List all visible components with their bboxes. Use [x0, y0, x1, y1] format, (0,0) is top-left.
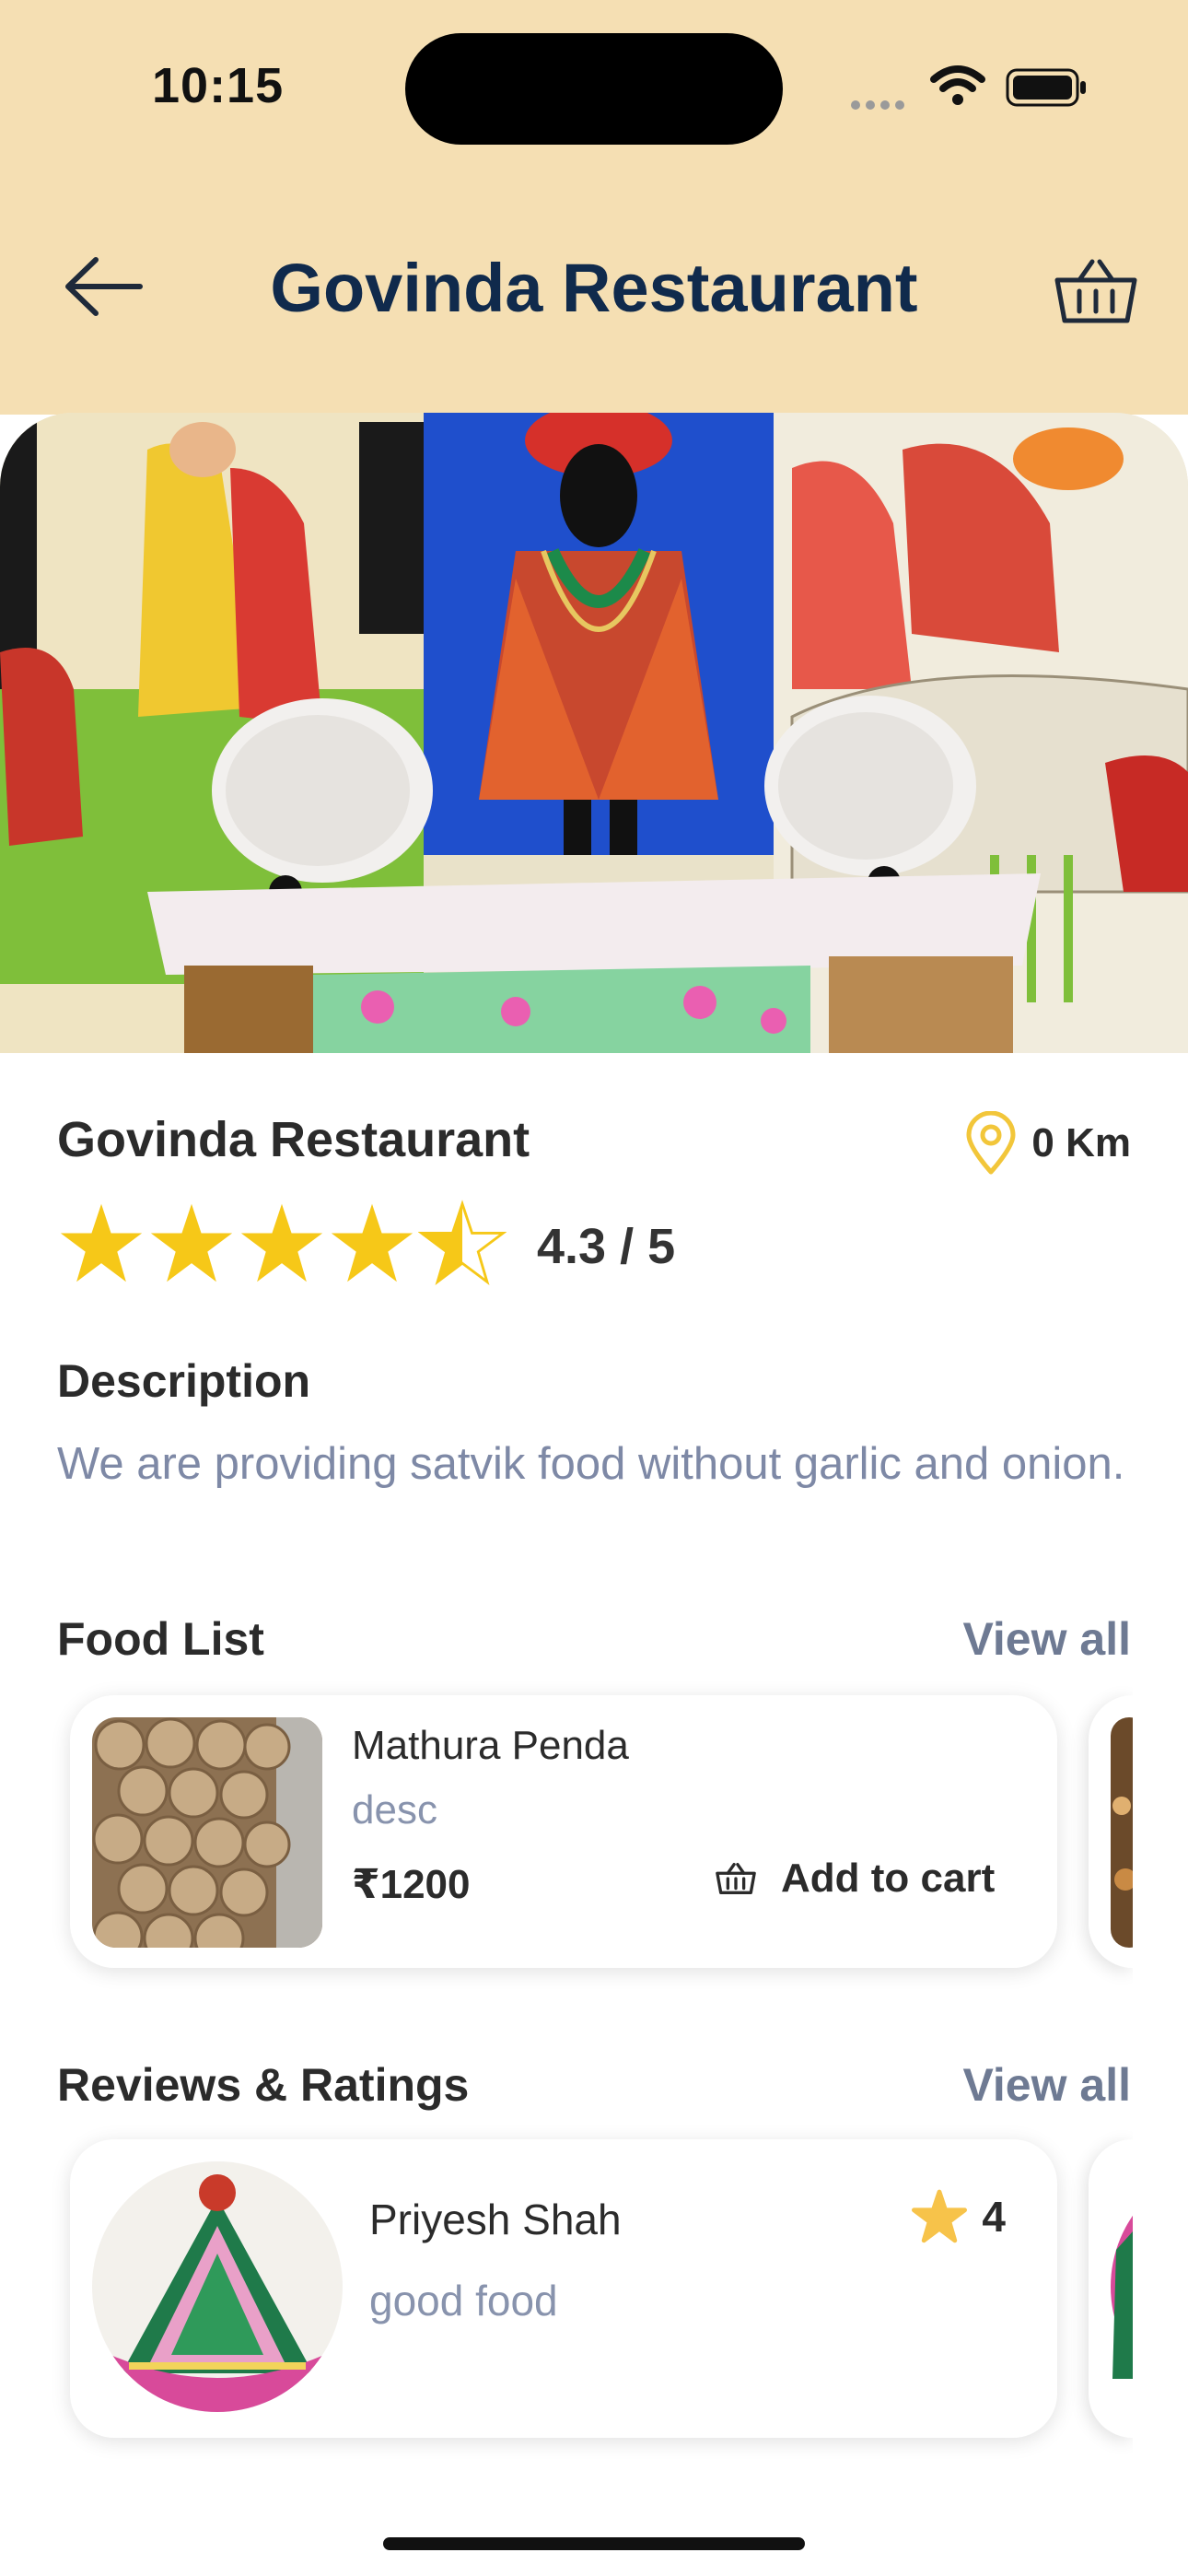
signal-icon	[851, 98, 910, 114]
add-to-cart-label: Add to cart	[781, 1856, 996, 1901]
status-time: 10:15	[152, 58, 285, 113]
food-name: Mathura Penda	[352, 1723, 629, 1768]
description-text: We are providing satvik food without gar…	[57, 1439, 1125, 1489]
distance-text: 0 Km	[1031, 1120, 1131, 1165]
food-price: ₹1200	[352, 1862, 471, 1907]
wifi-icon	[930, 64, 985, 111]
home-indicator[interactable]	[383, 2537, 805, 2550]
basket-icon	[716, 1862, 756, 1895]
rating-value: 4.3 / 5	[537, 1219, 676, 1274]
dynamic-island	[405, 33, 783, 145]
star-icon	[912, 2189, 968, 2243]
star-icon	[240, 1203, 323, 1282]
review-rating-value: 4	[982, 2193, 1006, 2241]
description-heading: Description	[57, 1355, 311, 1407]
add-to-cart-button[interactable]: Add to cart	[715, 1856, 995, 1902]
battery-icon	[1006, 68, 1089, 111]
reviewer-avatar	[92, 2161, 343, 2412]
location-pin-icon	[966, 1111, 1016, 1175]
food-image	[92, 1717, 322, 1948]
page-title: Govinda Restaurant	[270, 250, 918, 326]
reviewer-name: Priyesh Shah	[369, 2195, 622, 2243]
right-edge-mask	[1133, 1658, 1188, 2488]
header-bar: 10:15 Govinda Restaurant	[0, 0, 1188, 415]
food-view-all-link[interactable]: View all	[962, 1612, 1131, 1666]
star-rating	[57, 1200, 507, 1288]
food-card[interactable]: Mathura Penda desc ₹1200 Add to cart	[70, 1695, 1057, 1968]
reviews-view-all-link[interactable]: View all	[962, 2058, 1131, 2112]
distance-info: 0 Km	[963, 1111, 1131, 1176]
review-text: good food	[369, 2277, 558, 2324]
star-icon	[150, 1203, 233, 1282]
star-icon	[331, 1203, 413, 1282]
restaurant-hero-image	[0, 413, 1188, 1053]
next-review-card[interactable]	[1089, 2139, 1133, 2438]
half-star-icon	[418, 1200, 507, 1286]
basket-icon[interactable]	[1052, 256, 1140, 326]
reviews-heading: Reviews & Ratings	[57, 2059, 470, 2111]
review-card[interactable]: Priyesh Shah good food 4	[70, 2139, 1057, 2438]
next-food-card[interactable]	[1089, 1695, 1133, 1968]
star-icon	[60, 1203, 143, 1282]
food-list-heading: Food List	[57, 1613, 264, 1665]
review-rating: 4	[912, 2189, 1006, 2244]
food-desc: desc	[352, 1787, 437, 1832]
restaurant-name: Govinda Restaurant	[57, 1112, 530, 1167]
